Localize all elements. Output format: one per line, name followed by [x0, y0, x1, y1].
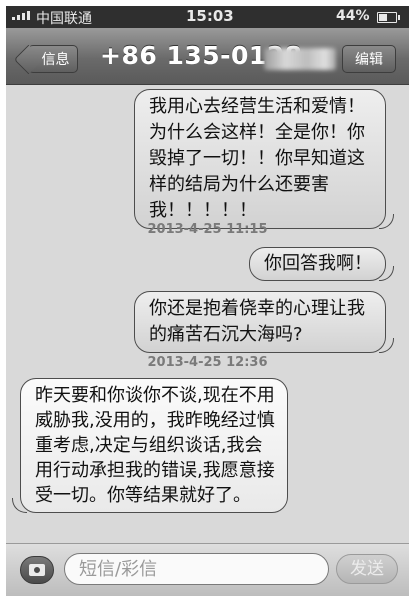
- outgoing-message-bubble[interactable]: 我用心去经营生活和爱情！为什么会这样！全是你！你毁掉了一切！！你早知道这样的结局…: [134, 89, 394, 229]
- carrier-name: 中国联通: [36, 11, 92, 27]
- edit-button[interactable]: 编辑: [342, 45, 396, 73]
- message-timestamp: 2013-4-25 12:36: [147, 355, 268, 370]
- battery-icon: [377, 12, 400, 23]
- incoming-message-bubble[interactable]: 昨天要和你谈你不谈,现在不用威胁我,没用的，我昨晚经过慎重考虑,决定与组织谈话,…: [12, 378, 288, 513]
- redacted-digits: [264, 48, 336, 70]
- battery-percentage: 44%: [336, 8, 370, 24]
- camera-button[interactable]: [20, 556, 54, 584]
- message-text: 我用心去经营生活和爱情！为什么会这样！全是你！你毁掉了一切！！你早知道这样的结局…: [149, 96, 365, 221]
- message-text: 你回答我啊！: [264, 253, 372, 274]
- message-input[interactable]: [64, 553, 329, 585]
- send-button[interactable]: 发送: [336, 554, 398, 584]
- compose-bar: 发送: [6, 543, 409, 596]
- navigation-bar: 信息 +86 135-0128- 编辑: [6, 28, 409, 85]
- signal-strength-icon: [12, 11, 30, 20]
- message-thread[interactable]: 我用心去经营生活和爱情！为什么会这样！全是你！你毁掉了一切！！你早知道这样的结局…: [6, 85, 409, 543]
- clock: 15:03: [186, 7, 234, 25]
- message-timestamp: 2013-4-25 11:15: [147, 222, 268, 237]
- outgoing-message-bubble[interactable]: 你还是抱着侥幸的心理让我的痛苦石沉大海吗?: [134, 291, 394, 353]
- back-button[interactable]: 信息: [28, 45, 78, 73]
- outgoing-message-bubble[interactable]: 你回答我啊！: [249, 247, 394, 281]
- message-text: 你还是抱着侥幸的心理让我的痛苦石沉大海吗?: [149, 298, 365, 345]
- status-bar: 中国联通 15:03 44%: [6, 6, 409, 28]
- message-text: 昨天要和你谈你不谈,现在不用威胁我,没用的，我昨晚经过慎重考虑,决定与组织谈话,…: [35, 385, 275, 506]
